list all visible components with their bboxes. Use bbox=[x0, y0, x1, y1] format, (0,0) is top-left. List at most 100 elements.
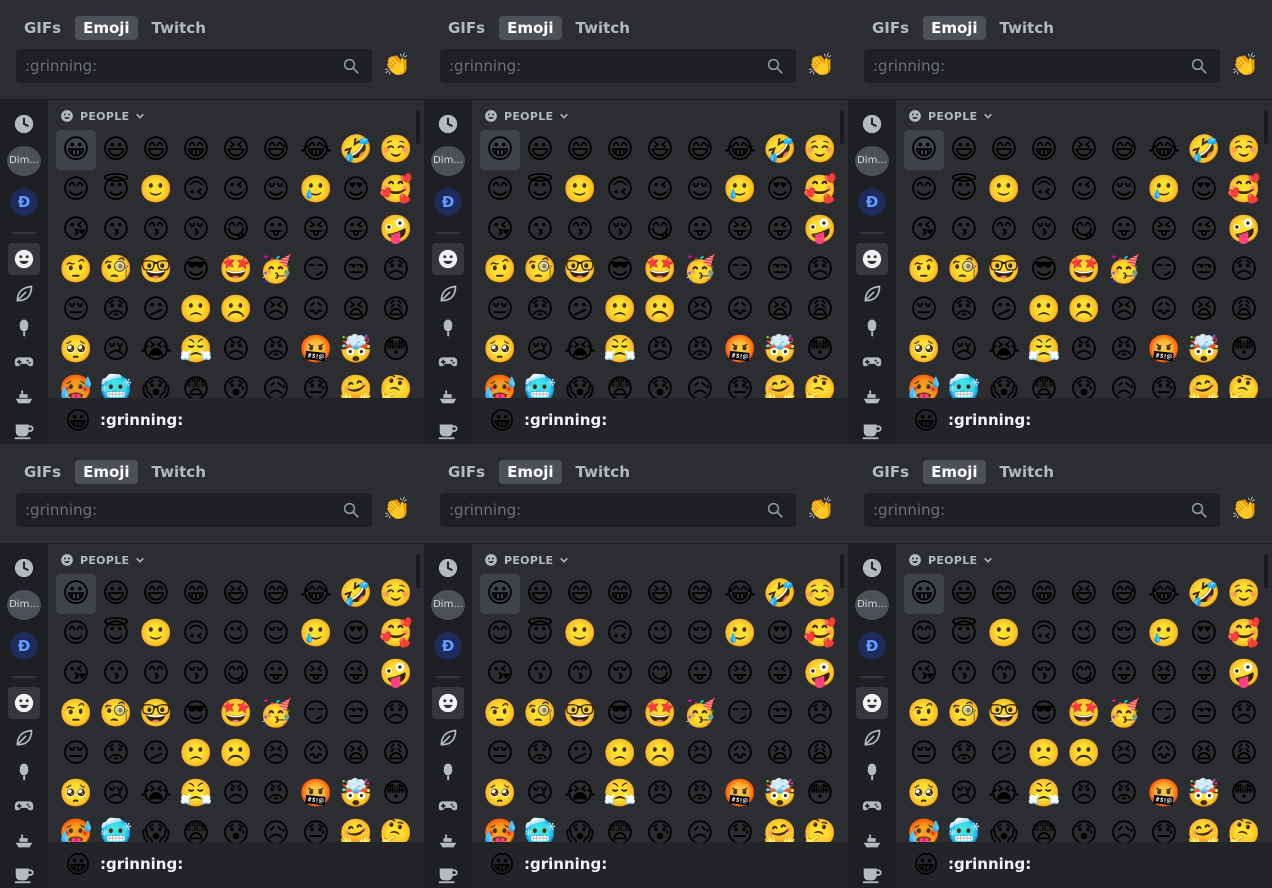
emoji-button[interactable]: 😉 bbox=[216, 614, 256, 654]
emoji-button[interactable]: 😟 bbox=[520, 290, 560, 330]
emoji-button[interactable]: 🧐 bbox=[96, 250, 136, 290]
tab-gifs[interactable]: GIFs bbox=[864, 460, 917, 484]
emoji-button[interactable]: 😩 bbox=[1224, 734, 1264, 774]
server-dim-button[interactable]: Dim... bbox=[855, 590, 889, 620]
emoji-button[interactable]: 😨 bbox=[600, 370, 640, 398]
emoji-button[interactable]: 😠 bbox=[640, 774, 680, 814]
emoji-button[interactable]: 🥶 bbox=[520, 370, 560, 398]
emoji-button[interactable]: 😋 bbox=[1064, 654, 1104, 694]
emoji-button[interactable]: 😰 bbox=[1064, 370, 1104, 398]
emoji-button[interactable]: 😄 bbox=[560, 130, 600, 170]
scrollbar-thumb[interactable] bbox=[416, 554, 420, 588]
emoji-button[interactable]: ☺️ bbox=[376, 574, 416, 614]
nature-category-button[interactable] bbox=[856, 722, 888, 754]
emoji-button[interactable]: 🙃 bbox=[176, 170, 216, 210]
emoji-button[interactable]: 😂 bbox=[720, 130, 760, 170]
emoji-button[interactable]: 😌 bbox=[256, 614, 296, 654]
emoji-button[interactable]: 😳 bbox=[800, 774, 840, 814]
emoji-button[interactable]: 😫 bbox=[760, 734, 800, 774]
emoji-button[interactable]: 😚 bbox=[1024, 210, 1064, 250]
emoji-button[interactable]: 😖 bbox=[296, 734, 336, 774]
emoji-button[interactable]: 🤯 bbox=[760, 774, 800, 814]
server-icon[interactable]: Ɖ bbox=[434, 188, 462, 216]
emoji-button[interactable]: 😩 bbox=[800, 290, 840, 330]
emoji-button[interactable]: 😓 bbox=[720, 370, 760, 398]
emoji-button[interactable]: 🙁 bbox=[1024, 734, 1064, 774]
emoji-button[interactable]: 😍 bbox=[336, 614, 376, 654]
emoji-button[interactable]: 🤩 bbox=[640, 694, 680, 734]
emoji-button[interactable]: 🤣 bbox=[760, 574, 800, 614]
emoji-button[interactable]: 😟 bbox=[520, 734, 560, 774]
emoji-button[interactable]: 😉 bbox=[216, 170, 256, 210]
emoji-button[interactable]: 😋 bbox=[1064, 210, 1104, 250]
emoji-button[interactable]: 😤 bbox=[1024, 774, 1064, 814]
emoji-button[interactable]: 😨 bbox=[176, 370, 216, 398]
search-input[interactable] bbox=[440, 493, 759, 527]
emoji-button[interactable]: 😓 bbox=[1144, 370, 1184, 398]
tab-twitch[interactable]: Twitch bbox=[144, 460, 214, 484]
emoji-button[interactable]: 😔 bbox=[56, 734, 96, 774]
emoji-button[interactable]: 😅 bbox=[1104, 130, 1144, 170]
emoji-button[interactable]: 🥶 bbox=[96, 370, 136, 398]
emoji-button[interactable]: 🤔 bbox=[1224, 370, 1264, 398]
travel-category-button[interactable] bbox=[856, 380, 888, 412]
emoji-button[interactable]: ☹️ bbox=[216, 290, 256, 330]
food-category-button[interactable] bbox=[432, 756, 464, 788]
emoji-button[interactable]: 🤨 bbox=[904, 250, 944, 290]
emoji-button[interactable]: ☹️ bbox=[216, 734, 256, 774]
emoji-button[interactable]: 😨 bbox=[600, 814, 640, 842]
activities-category-button[interactable] bbox=[856, 790, 888, 822]
tab-twitch[interactable]: Twitch bbox=[144, 16, 214, 40]
emoji-button[interactable]: 😭 bbox=[560, 774, 600, 814]
emoji-button[interactable]: 😛 bbox=[256, 210, 296, 250]
emoji-button[interactable]: 😀 bbox=[480, 574, 520, 614]
tab-twitch[interactable]: Twitch bbox=[568, 460, 638, 484]
emoji-button[interactable]: 🤣 bbox=[1184, 130, 1224, 170]
emoji-button[interactable]: 😞 bbox=[376, 250, 416, 290]
emoji-button[interactable]: ☺️ bbox=[800, 574, 840, 614]
emoji-button[interactable]: 🥲 bbox=[1144, 614, 1184, 654]
scrollbar-thumb[interactable] bbox=[840, 110, 844, 144]
emoji-button[interactable]: ☹️ bbox=[640, 290, 680, 330]
emoji-button[interactable]: 🤗 bbox=[760, 370, 800, 398]
emoji-button[interactable]: 😆 bbox=[640, 574, 680, 614]
emoji-button[interactable]: 😏 bbox=[1144, 250, 1184, 290]
tab-emoji[interactable]: Emoji bbox=[923, 460, 986, 484]
emoji-button[interactable]: 😃 bbox=[520, 574, 560, 614]
emoji-button[interactable]: 😭 bbox=[136, 774, 176, 814]
emoji-button[interactable]: 😎 bbox=[1024, 694, 1064, 734]
emoji-button[interactable]: 😛 bbox=[680, 210, 720, 250]
emoji-button[interactable]: 🤯 bbox=[336, 330, 376, 370]
skin-tone-button[interactable]: 👏 bbox=[1230, 51, 1260, 81]
travel-category-button[interactable] bbox=[8, 380, 40, 412]
emoji-button[interactable]: 😇 bbox=[96, 170, 136, 210]
emoji-button[interactable]: 🙂 bbox=[560, 614, 600, 654]
emoji-button[interactable]: 😗 bbox=[96, 210, 136, 250]
emoji-button[interactable]: 😓 bbox=[1144, 814, 1184, 842]
emoji-button[interactable]: 😍 bbox=[336, 170, 376, 210]
emoji-button[interactable]: 🧐 bbox=[944, 694, 984, 734]
emoji-button[interactable]: 😢 bbox=[944, 774, 984, 814]
emoji-button[interactable]: 😜 bbox=[1184, 654, 1224, 694]
emoji-button[interactable]: 😞 bbox=[1224, 694, 1264, 734]
emoji-button[interactable]: 😕 bbox=[560, 290, 600, 330]
emoji-button[interactable]: 😝 bbox=[1144, 654, 1184, 694]
emoji-button[interactable]: 😤 bbox=[176, 774, 216, 814]
emoji-button[interactable]: 🙃 bbox=[1024, 614, 1064, 654]
search-input[interactable] bbox=[440, 49, 759, 83]
emoji-button[interactable]: 🙂 bbox=[560, 170, 600, 210]
tab-emoji[interactable]: Emoji bbox=[499, 460, 562, 484]
emoji-button[interactable]: 😂 bbox=[720, 574, 760, 614]
emoji-button[interactable]: 🥳 bbox=[256, 694, 296, 734]
emoji-button[interactable]: 😱 bbox=[984, 370, 1024, 398]
emoji-button[interactable]: 😜 bbox=[760, 210, 800, 250]
emoji-button[interactable]: 😚 bbox=[600, 210, 640, 250]
emoji-button[interactable]: 😡 bbox=[680, 774, 720, 814]
search-input[interactable] bbox=[864, 49, 1183, 83]
emoji-button[interactable]: 😀 bbox=[480, 130, 520, 170]
emoji-button[interactable]: 🤯 bbox=[1184, 774, 1224, 814]
emoji-button[interactable]: 🥶 bbox=[520, 814, 560, 842]
emoji-button[interactable]: 🤗 bbox=[760, 814, 800, 842]
emoji-button[interactable]: 🤪 bbox=[800, 654, 840, 694]
nature-category-button[interactable] bbox=[432, 278, 464, 310]
